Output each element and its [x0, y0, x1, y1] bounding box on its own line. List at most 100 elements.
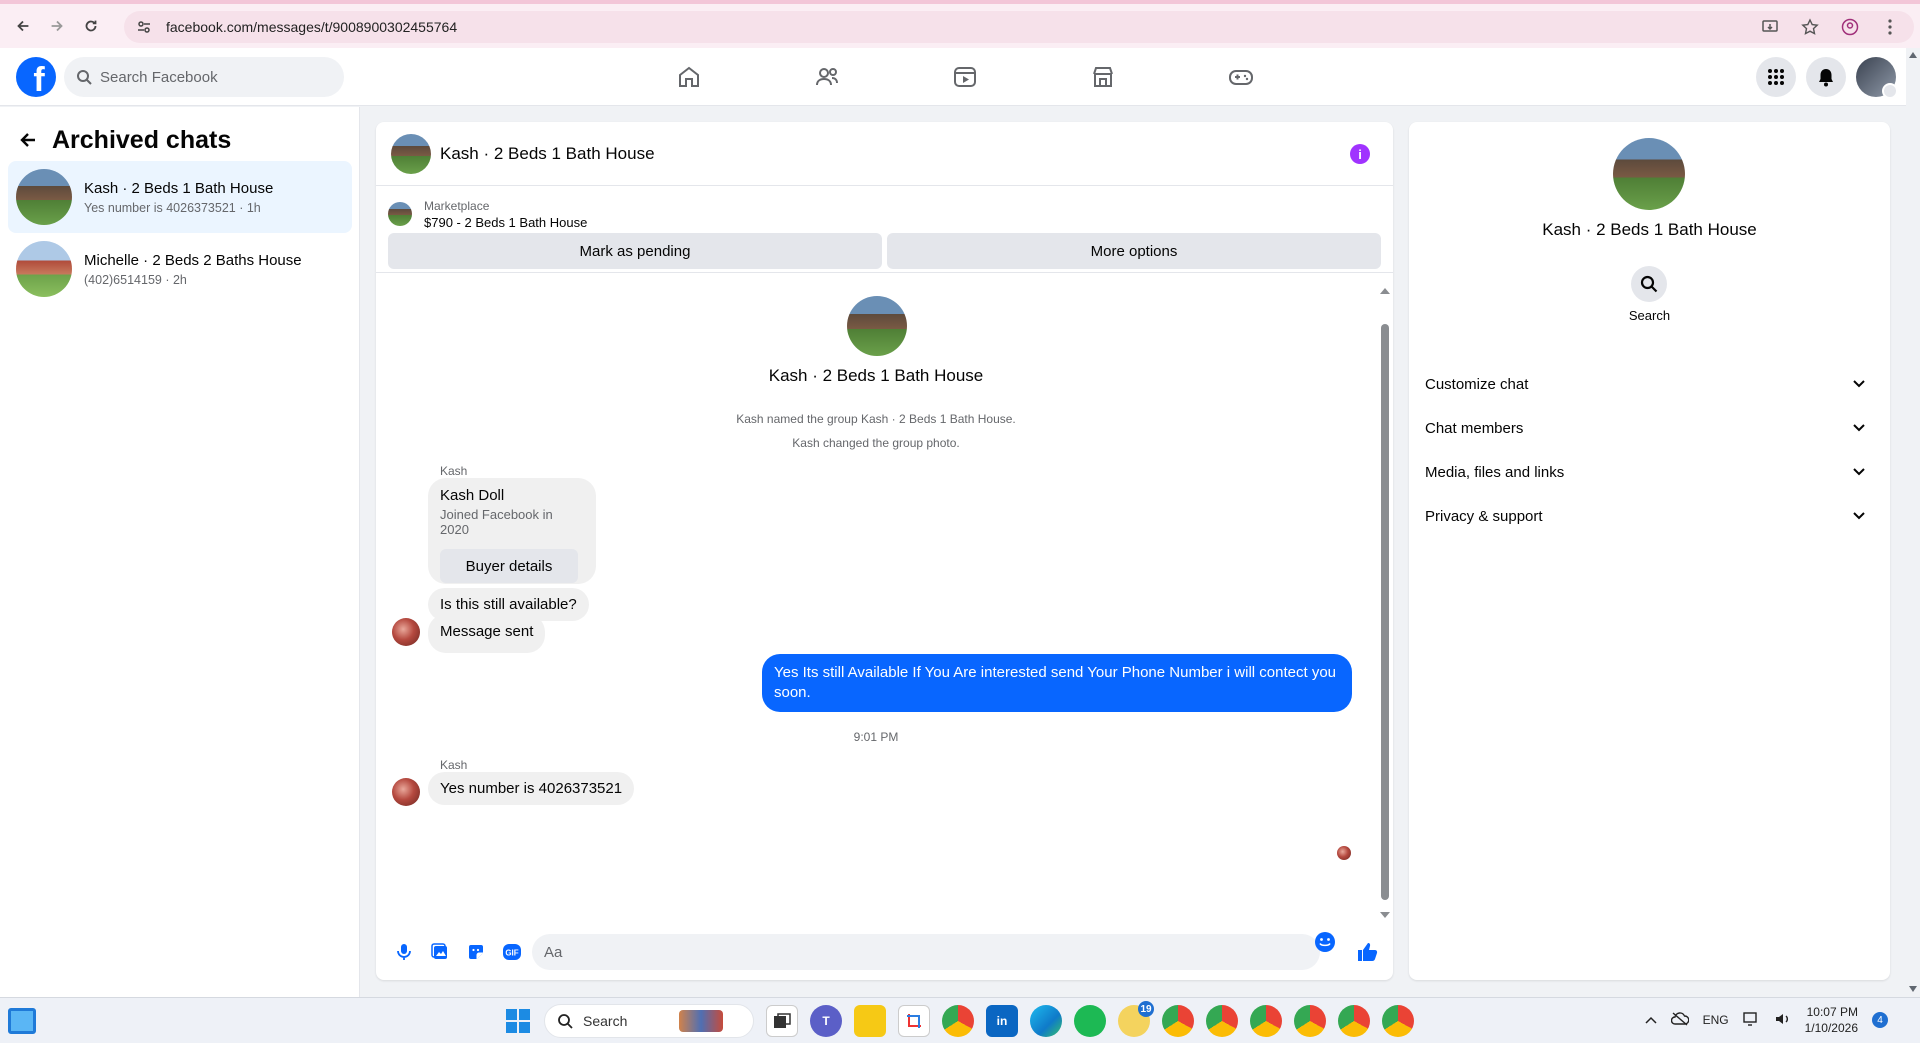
sticky-notes-icon[interactable]: [854, 1005, 886, 1037]
spotify-icon[interactable]: [1074, 1005, 1106, 1037]
clock[interactable]: 10:07 PM 1/10/2026: [1805, 1004, 1858, 1036]
thumbs-up-icon[interactable]: [1349, 934, 1385, 970]
group-photo-large[interactable]: [1613, 138, 1685, 210]
archived-chats-sidebar: Archived chats Kash · 2 Beds 1 Bath Hous…: [0, 107, 360, 997]
more-options-button[interactable]: More options: [887, 233, 1381, 269]
privacy-support-section[interactable]: Privacy & support: [1425, 494, 1874, 538]
menu-grid-icon[interactable]: [1756, 57, 1796, 97]
emoji-icon[interactable]: [1311, 928, 1339, 956]
taskbar-search[interactable]: Search: [544, 1004, 754, 1038]
gaming-icon[interactable]: [1172, 48, 1310, 106]
scroll-thumb[interactable]: [1381, 324, 1389, 900]
chevron-up-icon[interactable]: [1645, 1013, 1657, 1027]
more-menu-icon[interactable]: [1880, 17, 1900, 37]
message-bubble-out[interactable]: Yes Its still Available If You Are inter…: [762, 654, 1352, 712]
chrome-profile-icon[interactable]: [1162, 1005, 1194, 1037]
task-view-icon[interactable]: [766, 1005, 798, 1037]
chat-preview: Yes number is 4026373521 · 1h: [84, 200, 261, 215]
notification-count-badge[interactable]: 4: [1872, 1012, 1888, 1028]
chrome-profile-icon[interactable]: [1294, 1005, 1326, 1037]
search-icon: [558, 1014, 573, 1029]
message-input-placeholder: Aa: [544, 943, 563, 961]
read-receipt-avatar: [1337, 846, 1351, 860]
customize-chat-section[interactable]: Customize chat: [1425, 362, 1874, 406]
search-placeholder: Search Facebook: [100, 68, 218, 86]
reload-icon[interactable]: [74, 9, 108, 43]
scroll-down-icon[interactable]: [1909, 986, 1917, 992]
section-label: Customize chat: [1425, 375, 1529, 393]
account-avatar[interactable]: [1856, 57, 1898, 99]
url-text[interactable]: facebook.com/messages/t/9008900302455764: [166, 19, 457, 35]
edge-icon[interactable]: [1030, 1005, 1062, 1037]
back-icon[interactable]: [6, 9, 40, 43]
chrome-profile-icon[interactable]: [1206, 1005, 1238, 1037]
system-message: Kash changed the group photo.: [792, 436, 960, 450]
buyer-details-button[interactable]: Buyer details: [440, 549, 578, 583]
home-icon[interactable]: [620, 48, 758, 106]
svg-text:GIF: GIF: [505, 949, 518, 958]
chat-list-item[interactable]: Kash · 2 Beds 1 Bath House Yes number is…: [8, 161, 352, 233]
media-files-links-section[interactable]: Media, files and links: [1425, 450, 1874, 494]
chevron-down-icon: [1853, 468, 1865, 476]
windows-taskbar: Search T in 19 ENG 10:07 PM 1/10/2026 4: [0, 997, 1920, 1043]
chrome-profile-icon[interactable]: [1382, 1005, 1414, 1037]
microphone-icon[interactable]: [386, 934, 422, 970]
mark-as-pending-button[interactable]: Mark as pending: [388, 233, 882, 269]
system-tray: ENG 10:07 PM 1/10/2026 4: [1645, 1004, 1888, 1036]
widgets-icon[interactable]: [8, 1008, 36, 1034]
linkedin-icon[interactable]: in: [986, 1005, 1018, 1037]
browser-toolbar: facebook.com/messages/t/9008900302455764: [0, 0, 1920, 48]
windows-start-icon[interactable]: [506, 1009, 530, 1033]
notifications-bell-icon[interactable]: [1806, 57, 1846, 97]
network-icon[interactable]: [1742, 1011, 1761, 1029]
thread-scrollbar[interactable]: [1379, 284, 1390, 920]
search-in-chat-button[interactable]: [1631, 266, 1667, 302]
conversation-header: Kash · 2 Beds 1 Bath House i: [376, 122, 1393, 186]
volume-icon[interactable]: [1775, 1012, 1791, 1029]
cloud-offline-icon[interactable]: [1670, 1011, 1690, 1029]
scroll-up-icon[interactable]: [1909, 52, 1917, 58]
chrome-profile-icon[interactable]: [1250, 1005, 1282, 1037]
chat-preview: (402)6514159 · 2h: [84, 272, 187, 287]
chrome-icon[interactable]: [942, 1005, 974, 1037]
chat-list-item[interactable]: Michelle · 2 Beds 2 Baths House (402)651…: [8, 233, 352, 305]
buyer-joined: Joined Facebook in 2020: [440, 507, 553, 537]
install-app-icon[interactable]: [1760, 17, 1780, 37]
gif-icon[interactable]: GIF: [494, 934, 530, 970]
bookmark-star-icon[interactable]: [1800, 17, 1820, 37]
facebook-search-input[interactable]: Search Facebook: [64, 57, 344, 97]
scroll-up-icon[interactable]: [1380, 288, 1390, 294]
page-scrollbar[interactable]: [1906, 48, 1920, 998]
sender-avatar[interactable]: [392, 778, 420, 806]
video-icon[interactable]: [896, 48, 1034, 106]
chat-members-section[interactable]: Chat members: [1425, 406, 1874, 450]
search-icon: [77, 70, 92, 85]
snipping-tool-icon[interactable]: [898, 1005, 930, 1037]
group-title: Kash · 2 Beds 1 Bath House: [768, 366, 984, 385]
chrome-profile-icon[interactable]: [1338, 1005, 1370, 1037]
message-input[interactable]: Aa: [532, 934, 1320, 970]
back-arrow-icon[interactable]: [18, 130, 38, 150]
notification-app-icon[interactable]: 19: [1118, 1001, 1154, 1037]
group-photo[interactable]: [391, 133, 431, 174]
teams-icon[interactable]: T: [810, 1005, 842, 1037]
forward-icon[interactable]: [40, 9, 74, 43]
sender-avatar[interactable]: [392, 618, 420, 646]
message-composer: GIF Aa: [376, 924, 1393, 980]
friends-icon[interactable]: [758, 48, 896, 106]
marketplace-icon[interactable]: [1034, 48, 1172, 106]
facebook-logo-icon[interactable]: f: [16, 57, 56, 97]
address-bar[interactable]: facebook.com/messages/t/9008900302455764: [124, 11, 1914, 43]
message-bubble-in[interactable]: Message sent: [428, 614, 546, 653]
profile-icon[interactable]: [1840, 17, 1860, 37]
language-indicator[interactable]: ENG: [1703, 1013, 1729, 1027]
marketplace-listing[interactable]: Marketplace $790 - 2 Beds 1 Bath House: [376, 186, 1393, 232]
info-icon[interactable]: i: [1350, 144, 1370, 164]
message-bubble-in[interactable]: Yes number is 4026373521: [428, 772, 635, 805]
conversation-title[interactable]: Kash · 2 Beds 1 Bath House: [440, 144, 655, 164]
chat-info-panel: Kash · 2 Beds 1 Bath House Search Custom…: [1409, 122, 1890, 980]
sticker-icon[interactable]: [458, 934, 494, 970]
site-settings-icon[interactable]: [134, 17, 154, 37]
scroll-down-icon[interactable]: [1380, 912, 1390, 918]
photo-icon[interactable]: [422, 934, 458, 970]
